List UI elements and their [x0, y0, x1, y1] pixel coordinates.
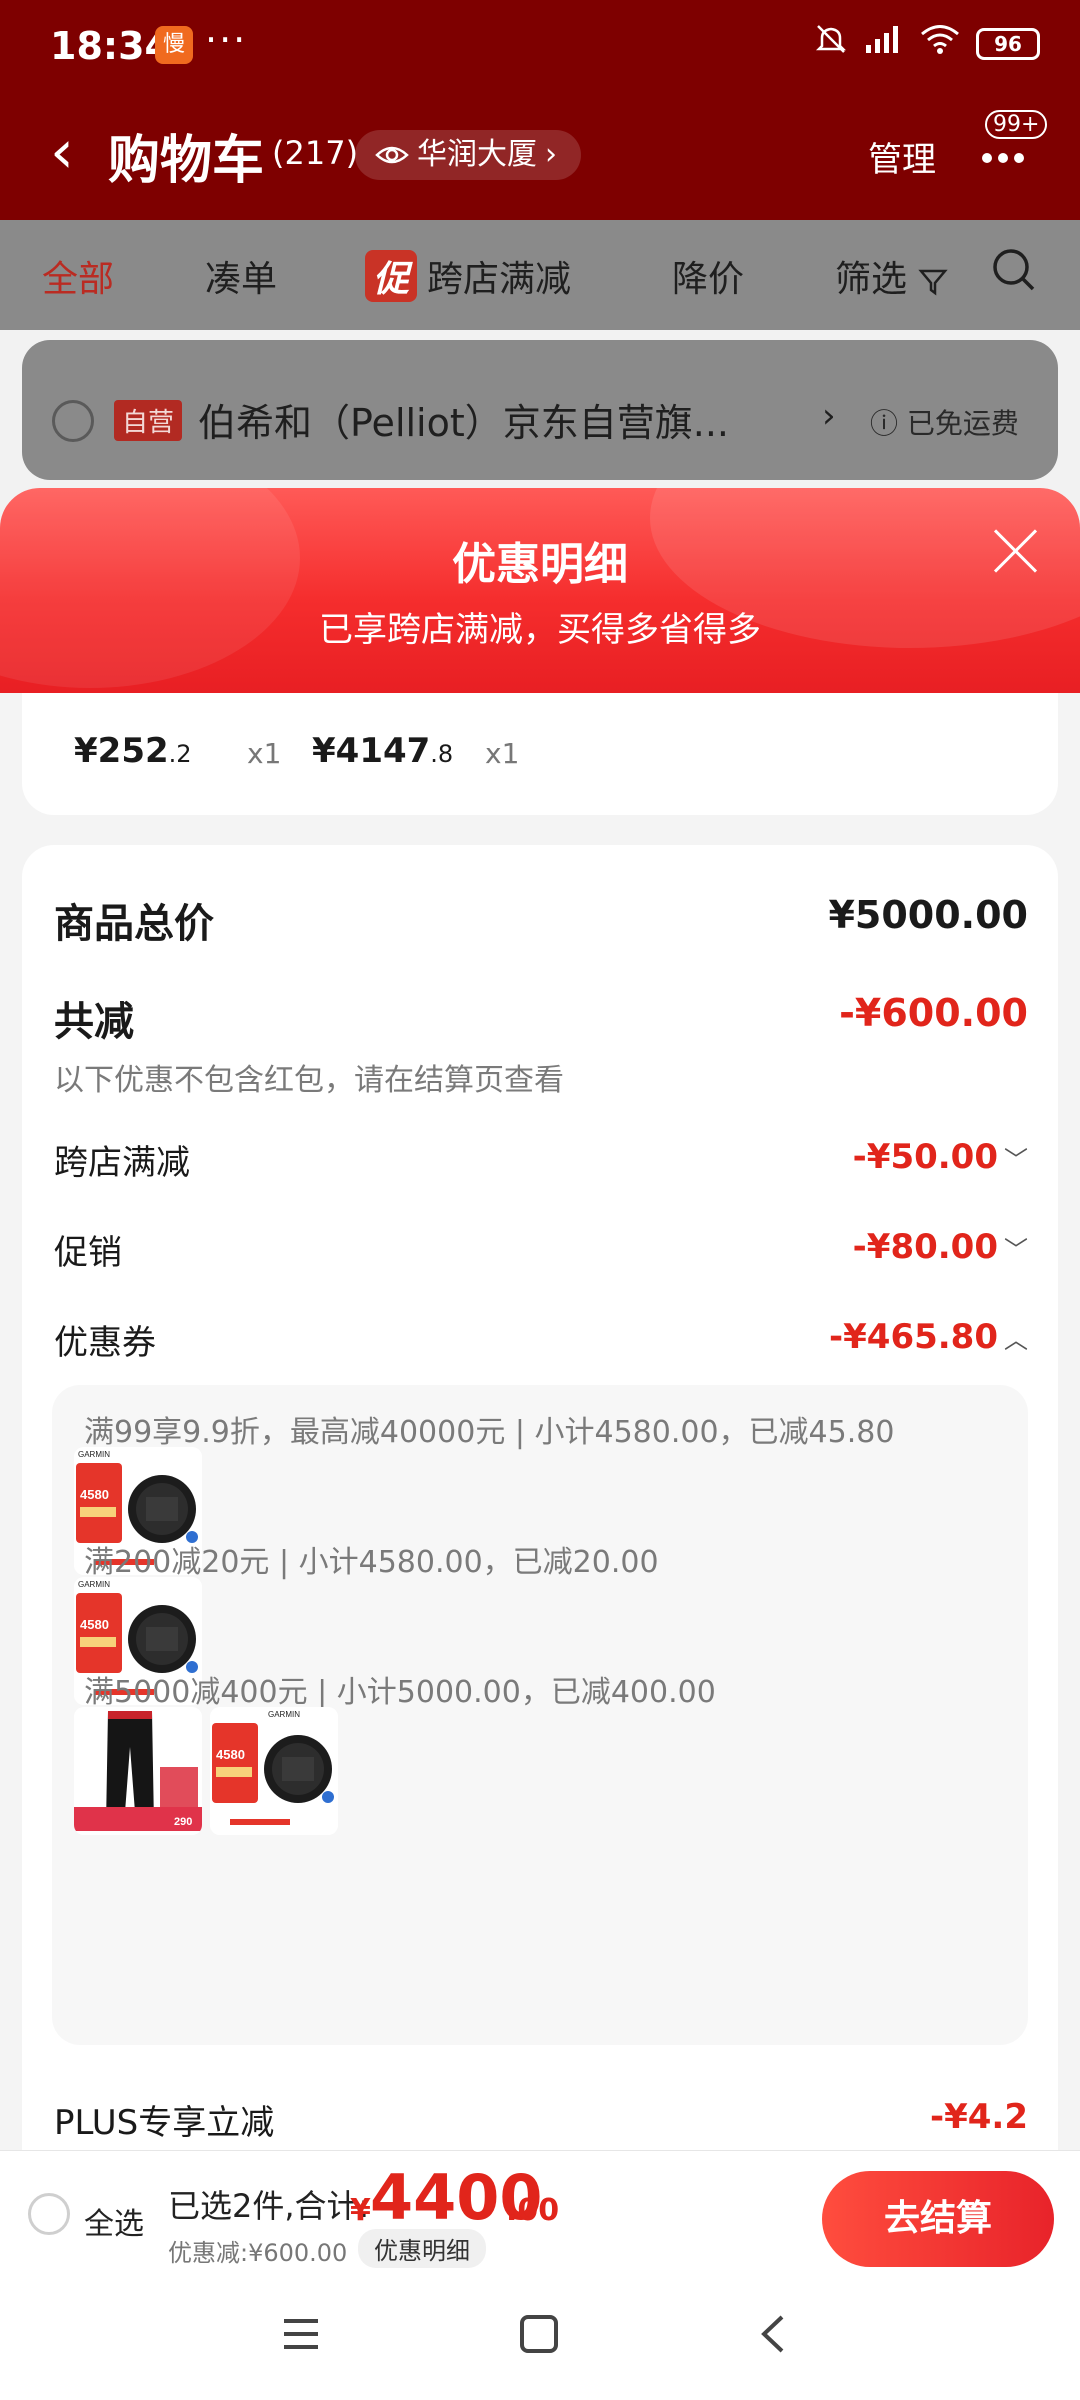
svg-text:4580: 4580	[80, 1487, 109, 1502]
coupon-rule: 满200减20元 | 小计4580.00，已减20.00	[84, 1545, 659, 1580]
item-price: ¥4147.8	[312, 731, 454, 771]
svg-text:4580: 4580	[80, 1617, 109, 1632]
mute-icon	[814, 22, 848, 65]
status-bar: 18:34 慢 ··· 96	[0, 0, 1080, 90]
promo-icon: 促	[365, 250, 418, 302]
total-price-value: ¥5000.00	[828, 893, 1028, 937]
coupon-rule: 满5000减400元 | 小计5000.00，已减400.00	[84, 1675, 716, 1710]
chevron-up-icon: ︿	[1004, 1326, 1028, 1354]
svg-text:290: 290	[174, 1816, 192, 1828]
reduce-note: 以下优惠不包含红包，请在结算页查看	[54, 1063, 564, 1098]
selected-items-card: ¥252.2 x1 ¥4147.8 x1	[22, 693, 1058, 815]
more-dots-icon[interactable]	[975, 120, 1031, 186]
item-price: ¥252.2	[74, 731, 192, 771]
chevron-down-icon: ﹀	[1004, 1236, 1028, 1264]
promotion-label: 促销	[54, 1233, 122, 1273]
app-notification-icon: 慢	[155, 26, 193, 64]
plus-discount-value: -¥4.2	[930, 2097, 1028, 2137]
search-icon[interactable]	[990, 246, 1038, 303]
tab-all[interactable]: 全部	[42, 250, 114, 302]
svg-text:GARMIN: GARMIN	[268, 1710, 300, 1719]
select-all-radio[interactable]	[28, 2193, 70, 2235]
filter-icon	[918, 269, 949, 296]
location-selector[interactable]: 华润大厦 ›	[355, 130, 581, 180]
product-thumbnail-watch: GARMIN 4580	[210, 1707, 338, 1835]
system-nav-bar	[0, 2275, 1080, 2400]
total-currency: ¥	[350, 2193, 371, 2228]
store-name[interactable]: 伯希和（Pelliot）京东自营旗...	[198, 392, 729, 447]
coupon-value[interactable]: -¥465.80 ︿	[829, 1317, 1028, 1357]
sheet-subtitle: 已享跨店满减，买得多省得多	[319, 610, 761, 650]
item-qty: x1	[247, 737, 282, 770]
cart-header: ‹ 购物车 (217) 华润大厦 › 管理 99+	[0, 90, 1080, 220]
tab-bundle[interactable]: 凑单	[205, 250, 277, 302]
location-name: 华润大厦	[417, 137, 537, 172]
battery-icon: 96	[976, 27, 1040, 60]
coupon-details: 满99享9.9折，最高减40000元 | 小计4580.00，已减45.80 G…	[52, 1385, 1028, 2045]
discount-amount: 优惠减:¥600.00	[168, 2239, 348, 2267]
home-icon[interactable]	[516, 2311, 562, 2368]
promotion-value[interactable]: -¥80.00 ﹀	[853, 1227, 1028, 1267]
tab-filter[interactable]: 筛选	[835, 250, 949, 302]
close-icon[interactable]	[990, 526, 1040, 576]
wifi-icon	[920, 23, 960, 64]
back-icon[interactable]	[752, 2311, 798, 2368]
discount-sheet-header: 优惠明细 已享跨店满减，买得多省得多	[0, 488, 1080, 693]
tab-cross-store-label: 跨店满减	[427, 259, 572, 300]
manage-button[interactable]: 管理	[868, 132, 936, 181]
menu-icon[interactable]	[278, 2311, 324, 2368]
more-notifications-icon: ···	[205, 18, 248, 62]
price-detail-card: 商品总价 ¥5000.00 共减 -¥600.00 以下优惠不包含红包，请在结算…	[22, 845, 1058, 2273]
free-shipping-label: ⓘ 已免运费	[870, 407, 1019, 440]
back-button[interactable]: ‹	[50, 112, 74, 192]
status-time: 18:34	[50, 24, 171, 68]
self-operated-badge: 自营	[114, 400, 183, 441]
eye-icon	[375, 146, 409, 164]
filter-tabs: 全部 凑单 促跨店满减 降价 筛选	[0, 220, 1080, 330]
plus-discount-label: PLUS专享立减	[54, 2103, 275, 2143]
total-reduce-label: 共减	[54, 999, 134, 1045]
page-title: 购物车	[108, 131, 265, 191]
product-thumbnail-pants: 290	[74, 1707, 202, 1835]
svg-text:GARMIN: GARMIN	[78, 1450, 110, 1459]
signal-icon	[864, 23, 904, 64]
checkout-button[interactable]: 去结算	[822, 2171, 1054, 2267]
cross-store-value[interactable]: -¥50.00 ﹀	[853, 1137, 1028, 1177]
total-amount-decimal: .00	[506, 2193, 560, 2228]
store-card: 自营 伯希和（Pelliot）京东自营旗... › ⓘ 已免运费	[22, 340, 1058, 480]
selection-summary: 已选2件,合计:	[168, 2187, 370, 2225]
svg-text:4580: 4580	[216, 1747, 245, 1762]
store-select-radio[interactable]	[52, 400, 94, 442]
svg-text:GARMIN: GARMIN	[78, 1580, 110, 1589]
chevron-right-icon: ›	[545, 137, 557, 172]
sheet-title: 优惠明细	[452, 539, 628, 590]
chevron-right-icon[interactable]: ›	[822, 396, 836, 436]
tab-filter-label: 筛选	[835, 259, 908, 300]
status-icons: 96	[814, 22, 1040, 65]
discount-detail-button[interactable]: 优惠明细	[358, 2229, 486, 2268]
cross-store-label: 跨店满减	[54, 1143, 190, 1183]
tab-cross-store[interactable]: 促跨店满减	[365, 250, 571, 302]
coupon-rule: 满99享9.9折，最高减40000元 | 小计4580.00，已减45.80	[84, 1415, 895, 1450]
item-qty: x1	[485, 737, 520, 770]
total-price-label: 商品总价	[54, 901, 214, 947]
chevron-down-icon: ﹀	[1004, 1146, 1028, 1174]
cart-count: (217)	[272, 134, 359, 172]
total-reduce-value: -¥600.00	[839, 991, 1028, 1035]
checkout-bar: 全选 已选2件,合计: ¥ 4400 .00 优惠减:¥600.00 优惠明细 …	[0, 2150, 1080, 2275]
select-all-label[interactable]: 全选	[84, 2199, 144, 2243]
discount-sheet-body: ¥252.2 x1 ¥4147.8 x1 商品总价 ¥5000.00 共减 -¥…	[0, 693, 1080, 2273]
tab-price-drop[interactable]: 降价	[672, 250, 744, 302]
coupon-label: 优惠券	[54, 1323, 156, 1363]
